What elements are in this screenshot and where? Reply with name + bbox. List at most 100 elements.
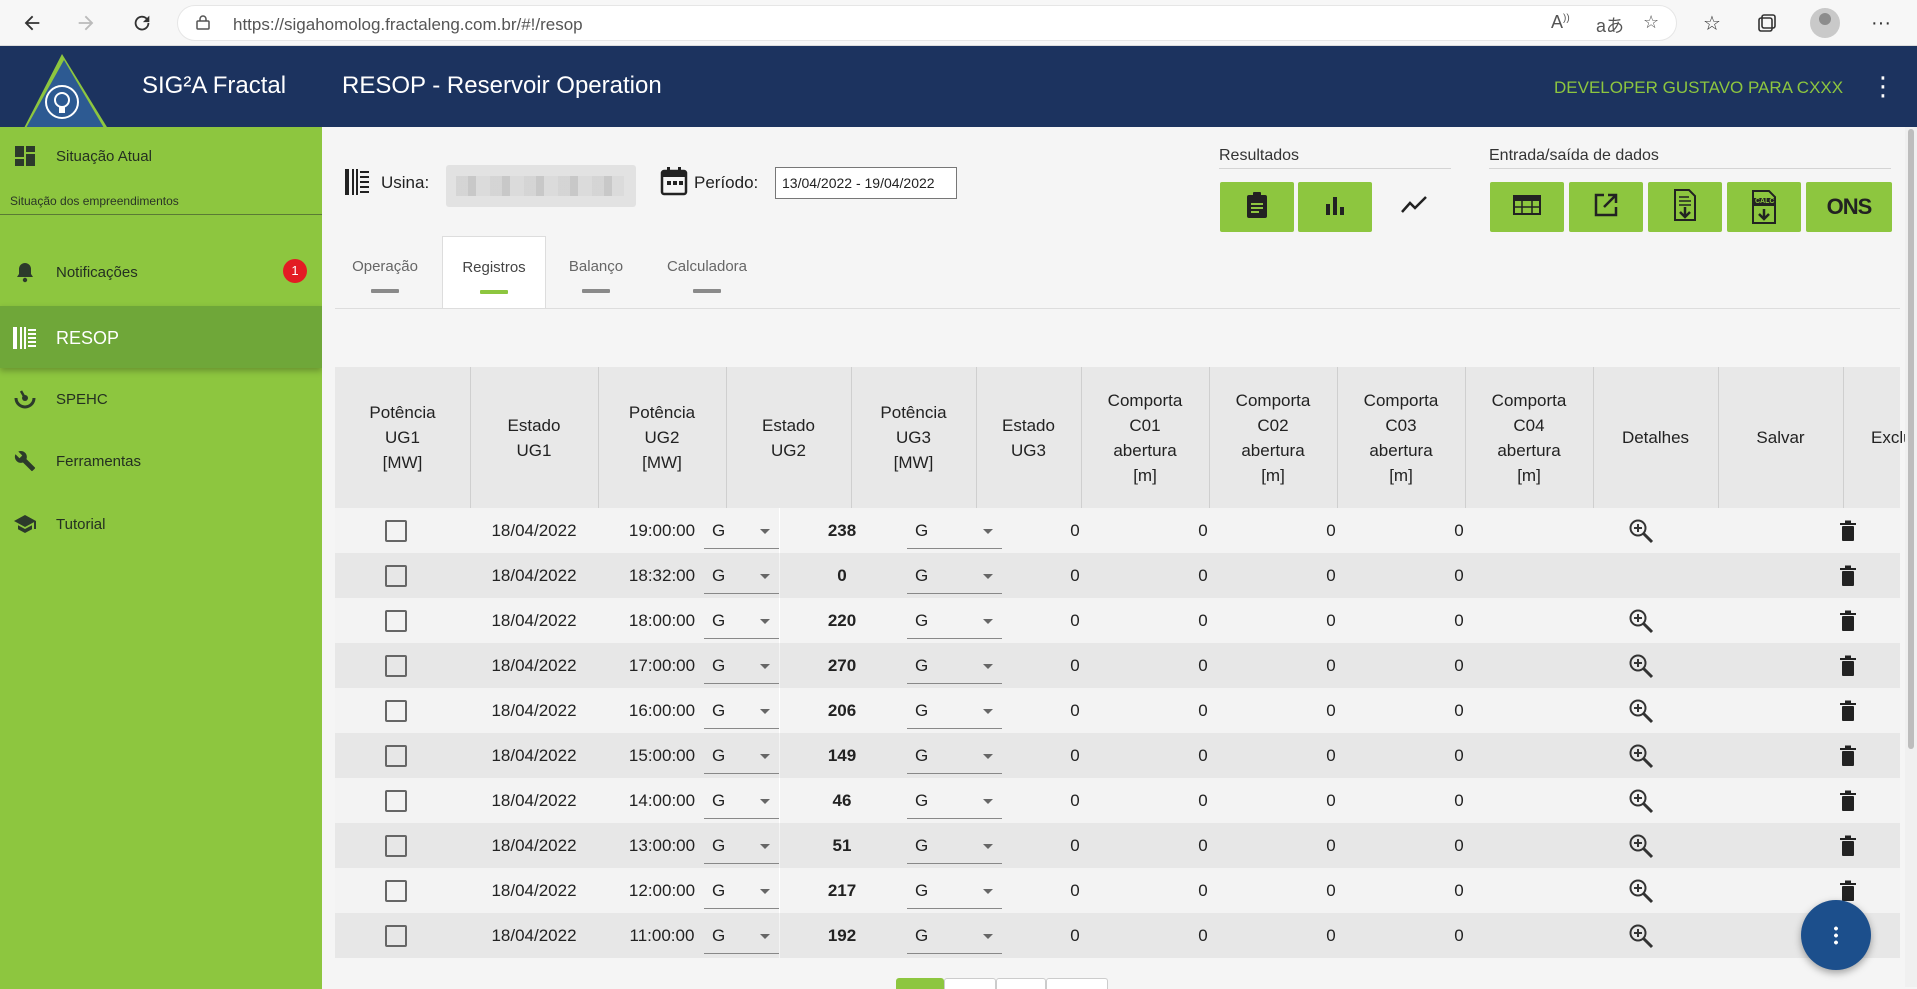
sidebar-item-situacao-atual[interactable]: Situação Atual: [0, 127, 322, 185]
select-value: G: [915, 701, 929, 720]
entrada-saida-divider: [1489, 168, 1891, 169]
periodo-input[interactable]: 13/04/2022 - 19/04/2022: [775, 167, 957, 199]
forward-arrow-icon[interactable]: [71, 8, 101, 38]
estado-ug3-select[interactable]: G: [907, 692, 1002, 729]
estado-ug2-select[interactable]: G: [704, 782, 779, 819]
sidebar-item-resop[interactable]: RESOP: [0, 316, 322, 360]
zoom-icon[interactable]: [1593, 508, 1688, 553]
estado-ug2-select[interactable]: G: [704, 827, 779, 864]
trash-icon[interactable]: [1795, 733, 1900, 778]
estado-ug3-select[interactable]: G: [907, 917, 1002, 954]
usina-select[interactable]: [446, 165, 636, 207]
favorite-star-icon[interactable]: ☆: [1643, 12, 1659, 33]
favorites-icon[interactable]: ☆: [1697, 8, 1727, 38]
estado-ug2-select[interactable]: G: [704, 872, 779, 909]
zoom-icon[interactable]: [1593, 913, 1688, 958]
estado-ug2-select[interactable]: G: [704, 692, 779, 729]
zoom-icon[interactable]: [1593, 868, 1688, 913]
row-checkbox[interactable]: [385, 655, 407, 677]
url-text[interactable]: https://sigahomolog.fractaleng.com.br/#!…: [233, 15, 583, 35]
estado-ug3-select[interactable]: G: [907, 602, 1002, 639]
read-aloud-icon[interactable]: A)): [1551, 12, 1570, 33]
estado-ug2-select[interactable]: G: [704, 647, 779, 684]
fractal-logo[interactable]: [20, 52, 116, 134]
table-import-button[interactable]: [1490, 182, 1564, 232]
zoom-icon[interactable]: [1593, 733, 1688, 778]
row-checkbox[interactable]: [385, 790, 407, 812]
estado-ug3-select[interactable]: G: [907, 782, 1002, 819]
ons-button[interactable]: ONS: [1806, 182, 1892, 232]
zoom-icon[interactable]: [1593, 643, 1688, 688]
zoom-icon[interactable]: [1593, 823, 1688, 868]
sidebar-item-spehc[interactable]: SPEHC: [0, 377, 322, 421]
trash-icon[interactable]: [1795, 598, 1900, 643]
calc-download-button[interactable]: CALC: [1727, 182, 1801, 232]
address-bar[interactable]: https://sigahomolog.fractaleng.com.br/#!…: [177, 5, 1677, 41]
refresh-icon[interactable]: [127, 8, 157, 38]
estado-ug3-select[interactable]: G: [907, 557, 1002, 594]
estado-ug2-select[interactable]: G: [704, 737, 779, 774]
row-checkbox[interactable]: [385, 745, 407, 767]
estado-ug3-select[interactable]: G: [907, 827, 1002, 864]
row-checkbox[interactable]: [385, 610, 407, 632]
zoom-icon[interactable]: [1593, 598, 1688, 643]
trash-icon[interactable]: [1795, 823, 1900, 868]
row-checkbox[interactable]: [385, 880, 407, 902]
calendar-icon[interactable]: [660, 166, 688, 201]
pager-button-active[interactable]: [896, 978, 944, 989]
bar-chart-button[interactable]: [1298, 182, 1372, 232]
translate-icon[interactable]: aあ: [1596, 12, 1624, 38]
dashboard-icon: [12, 143, 38, 169]
row-checkbox[interactable]: [385, 520, 407, 542]
floating-menu-button[interactable]: [1801, 900, 1871, 970]
table-row: 18/04/2022 19:00:00 G 238 G 0 0 0 0: [335, 508, 1900, 553]
sidebar-item-notificacoes[interactable]: Notificações: [0, 250, 322, 294]
dropdown-arrow-icon: [760, 664, 770, 669]
estado-ug3-select[interactable]: G: [907, 512, 1002, 549]
trash-icon[interactable]: [1795, 778, 1900, 823]
collections-icon[interactable]: [1752, 8, 1782, 38]
page-scrollbar[interactable]: [1905, 127, 1917, 987]
back-arrow-icon[interactable]: [17, 8, 47, 38]
trash-icon[interactable]: [1795, 688, 1900, 733]
open-external-button[interactable]: [1569, 182, 1643, 232]
row-checkbox[interactable]: [385, 835, 407, 857]
ons-label: ONS: [1826, 194, 1873, 219]
sidebar-item-ferramentas[interactable]: Ferramentas: [0, 439, 322, 483]
row-checkbox[interactable]: [385, 565, 407, 587]
zoom-icon[interactable]: [1593, 688, 1688, 733]
download-file-button[interactable]: [1648, 182, 1722, 232]
tab-registros[interactable]: Registros: [442, 236, 546, 308]
pager-button[interactable]: [996, 978, 1046, 989]
sidebar-item-label: Notificações: [56, 263, 138, 281]
row-checkbox[interactable]: [385, 700, 407, 722]
line-chart-button[interactable]: [1377, 182, 1451, 232]
tab-balanco[interactable]: Balanço: [551, 236, 641, 308]
browser-menu-icon[interactable]: ···: [1866, 8, 1896, 38]
report-button[interactable]: [1220, 182, 1294, 232]
estado-ug3-select[interactable]: G: [907, 872, 1002, 909]
estado-ug3-select[interactable]: G: [907, 737, 1002, 774]
app-menu-icon[interactable]: ⋮: [1870, 73, 1896, 99]
tab-calculadora[interactable]: Calculadora: [652, 236, 762, 308]
select-value: G: [915, 746, 929, 765]
sidebar-item-tutorial[interactable]: Tutorial: [0, 502, 322, 546]
zoom-icon[interactable]: [1593, 778, 1688, 823]
profile-avatar[interactable]: [1810, 8, 1840, 38]
scrollbar-thumb[interactable]: [1908, 129, 1914, 749]
trash-icon[interactable]: [1795, 643, 1900, 688]
trash-icon[interactable]: [1795, 508, 1900, 553]
estado-ug3-select[interactable]: G: [907, 647, 1002, 684]
pager-button[interactable]: [944, 978, 996, 989]
row-potencia-ug3: 220: [827, 610, 857, 630]
trash-icon[interactable]: [1795, 553, 1900, 598]
row-checkbox[interactable]: [385, 925, 407, 947]
user-name[interactable]: DEVELOPER GUSTAVO PARA CXXX: [1554, 78, 1843, 98]
estado-ug2-select[interactable]: G: [704, 917, 779, 954]
estado-ug2-select[interactable]: G: [704, 602, 779, 639]
estado-ug2-select[interactable]: G: [704, 557, 779, 594]
estado-ug2-select[interactable]: G: [704, 512, 779, 549]
sidebar-item-label: Ferramentas: [56, 452, 142, 470]
pager-button[interactable]: [1046, 978, 1108, 989]
tab-operacao[interactable]: Operação: [335, 236, 435, 308]
